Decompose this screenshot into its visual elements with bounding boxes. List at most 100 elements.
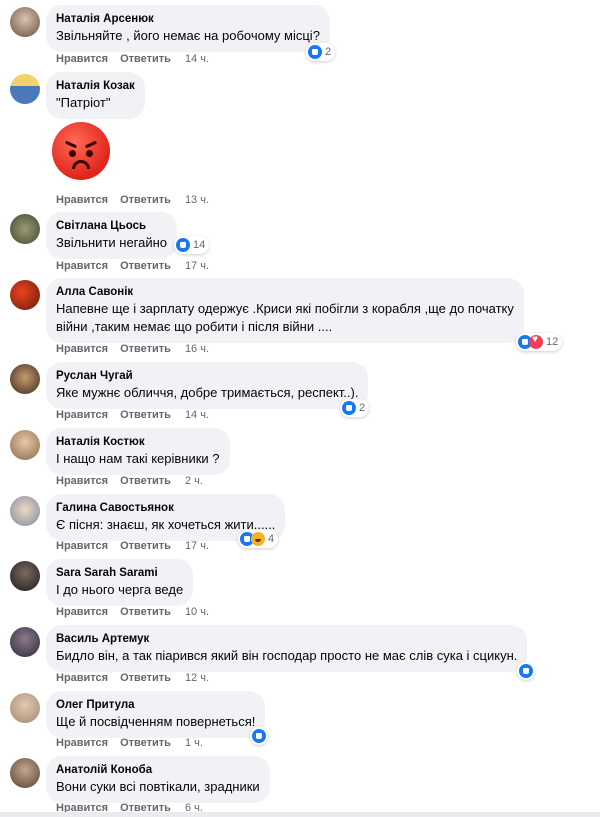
like-link[interactable]: Нравится <box>56 672 108 684</box>
reply-link[interactable]: Ответить <box>120 540 171 552</box>
reaction-summary[interactable] <box>517 662 535 680</box>
comment-bubble: Руслан Чугай Яке мужнє обличчя, добре тр… <box>46 362 369 409</box>
haha-reaction-icon <box>251 532 265 546</box>
comment-author[interactable]: Наталія Козак <box>56 78 135 94</box>
reaction-summary[interactable]: 14 <box>174 236 210 254</box>
reply-link[interactable]: Ответить <box>120 672 171 684</box>
reaction-summary[interactable]: 12 <box>516 333 563 351</box>
comment-actions: Нравится Ответить 14 ч. <box>56 409 221 421</box>
reaction-summary[interactable] <box>250 727 268 745</box>
reaction-summary[interactable]: 2 <box>306 43 336 61</box>
like-link[interactable]: Нравится <box>56 343 108 355</box>
divider <box>0 812 600 817</box>
comment-bubble: Наталія Козак "Патріот" <box>46 72 145 119</box>
reply-link[interactable]: Ответить <box>120 194 171 206</box>
like-reaction-icon <box>252 729 266 743</box>
avatar[interactable] <box>10 496 40 526</box>
comment-actions: Нравится Ответить 2 ч. <box>56 475 215 487</box>
reaction-count: 12 <box>546 336 559 348</box>
comment-bubble: Sara Sarah Sarami І до нього черга веде <box>46 559 194 606</box>
comment-actions: Нравится Ответить 10 ч. <box>56 606 221 618</box>
avatar[interactable] <box>10 693 40 723</box>
comment-author[interactable]: Наталія Костюк <box>56 434 220 450</box>
comment-text: Бидло він, а так піарився який він госпо… <box>56 648 518 663</box>
comment-actions: Нравится Ответить 12 ч. <box>56 672 221 684</box>
like-link[interactable]: Нравится <box>56 409 108 421</box>
like-link[interactable]: Нравится <box>56 194 108 206</box>
comment-text: Вони суки всі повтікали, зрадники <box>56 779 260 794</box>
love-reaction-icon <box>529 334 543 349</box>
reply-link[interactable]: Ответить <box>120 737 171 749</box>
reaction-count: 4 <box>268 533 275 545</box>
comment-bubble: Наталія Костюк І нащо нам такі керівники… <box>46 428 230 475</box>
comment-author[interactable]: Наталія Арсенюк <box>56 11 320 27</box>
comment-text: Ще й посвідченням повернеться! <box>56 714 256 729</box>
comment-text: Напевне ще і зарплату одержує .Криси які… <box>56 301 514 316</box>
comment-actions: Нравится Ответить 13 ч. <box>56 194 221 206</box>
comment-bubble: Наталія Арсенюк Звільняйте , його немає … <box>46 5 330 52</box>
comment-author[interactable]: Олег Притула <box>56 697 255 713</box>
comment-time[interactable]: 13 ч. <box>185 194 209 206</box>
reaction-count: 14 <box>193 239 206 251</box>
like-link[interactable]: Нравится <box>56 540 108 552</box>
avatar[interactable] <box>10 364 40 394</box>
avatar[interactable] <box>10 74 40 104</box>
comment-time[interactable]: 2 ч. <box>185 475 203 487</box>
comment-actions: Нравится Ответить 17 ч. <box>56 540 221 552</box>
comment-text: "Патріот" <box>56 95 111 110</box>
avatar[interactable] <box>10 7 40 37</box>
comment-author[interactable]: Світлана Цьось <box>56 218 167 234</box>
avatar[interactable] <box>10 561 40 591</box>
comment-text: війни ,таким немає що робити і після вій… <box>56 319 333 334</box>
avatar[interactable] <box>10 214 40 244</box>
comment-text: Звільнити негайно <box>56 235 168 250</box>
comment-time[interactable]: 14 ч. <box>185 53 209 65</box>
like-link[interactable]: Нравится <box>56 260 108 272</box>
reaction-count: 2 <box>359 402 366 414</box>
comment-text: І до нього черга веде <box>56 582 184 597</box>
like-reaction-icon <box>342 401 356 415</box>
comment-time[interactable]: 12 ч. <box>185 672 209 684</box>
comment-author[interactable]: Галина Савостьянок <box>56 500 275 516</box>
avatar[interactable] <box>10 627 40 657</box>
reply-link[interactable]: Ответить <box>120 260 171 272</box>
like-reaction-icon <box>176 238 190 252</box>
avatar[interactable] <box>10 758 40 788</box>
comment-author[interactable]: Руслан Чугай <box>56 368 358 384</box>
comment-bubble: Олег Притула Ще й посвідченням повернеть… <box>46 691 266 738</box>
reply-link[interactable]: Ответить <box>120 606 171 618</box>
comment-actions: Нравится Ответить 17 ч. <box>56 260 221 272</box>
like-reaction-icon <box>519 664 533 678</box>
angry-face-sticker <box>52 122 110 180</box>
avatar[interactable] <box>10 430 40 460</box>
like-link[interactable]: Нравится <box>56 53 108 65</box>
comment-bubble: Анатолій Коноба Вони суки всі повтікали,… <box>46 756 270 803</box>
like-link[interactable]: Нравится <box>56 475 108 487</box>
reaction-summary[interactable]: 4 <box>238 530 279 548</box>
like-link[interactable]: Нравится <box>56 737 108 749</box>
like-reaction-icon <box>308 45 322 59</box>
reply-link[interactable]: Ответить <box>120 409 171 421</box>
comment-text: Яке мужнє обличчя, добре тримається, рес… <box>56 385 359 400</box>
comment-time[interactable]: 14 ч. <box>185 409 209 421</box>
reply-link[interactable]: Ответить <box>120 53 171 65</box>
comment-time[interactable]: 17 ч. <box>185 260 209 272</box>
comment-time[interactable]: 1 ч. <box>185 737 203 749</box>
comment-bubble: Василь Артемук Бидло він, а так піарився… <box>46 625 528 672</box>
comment-time[interactable]: 10 ч. <box>185 606 209 618</box>
comment-author[interactable]: Анатолій Коноба <box>56 762 260 778</box>
comment-author[interactable]: Алла Савонік <box>56 284 514 300</box>
comment-actions: Нравится Ответить 1 ч. <box>56 737 215 749</box>
comment-author[interactable]: Василь Артемук <box>56 631 517 647</box>
reaction-summary[interactable]: 2 <box>340 399 370 417</box>
like-link[interactable]: Нравится <box>56 606 108 618</box>
reply-link[interactable]: Ответить <box>120 475 171 487</box>
reply-link[interactable]: Ответить <box>120 343 171 355</box>
reaction-count: 2 <box>325 46 332 58</box>
comment-author[interactable]: Sara Sarah Sarami <box>56 565 183 581</box>
comment-time[interactable]: 17 ч. <box>185 540 209 552</box>
comment-bubble: Алла Савонік Напевне ще і зарплату одерж… <box>46 278 524 343</box>
avatar[interactable] <box>10 280 40 310</box>
comment-actions: Нравится Ответить 14 ч. <box>56 53 221 65</box>
comment-time[interactable]: 16 ч. <box>185 343 209 355</box>
